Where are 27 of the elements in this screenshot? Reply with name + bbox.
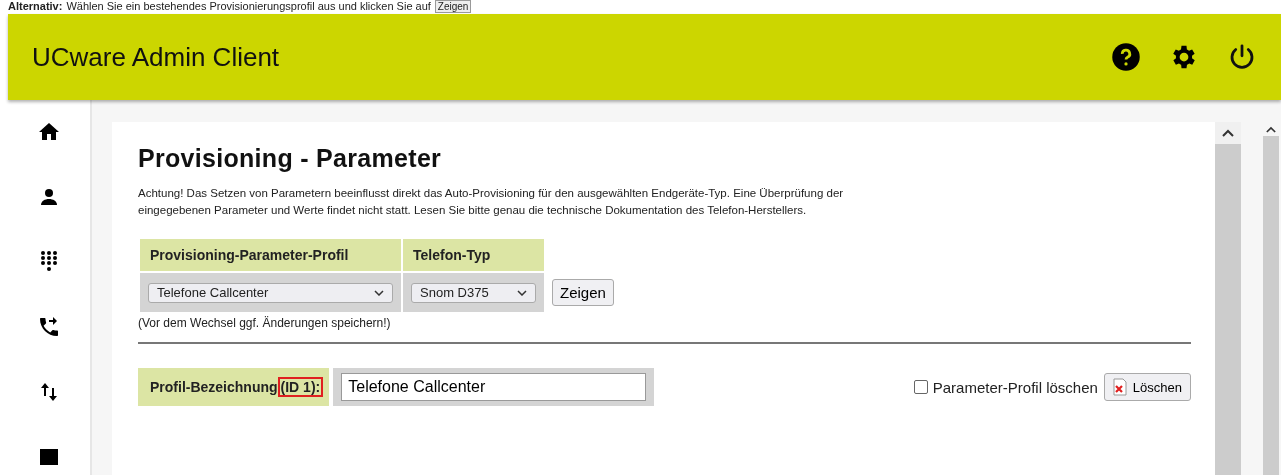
phone-forward-icon[interactable]: [37, 315, 61, 339]
delete-profile-checkbox[interactable]: [913, 380, 928, 394]
show-button[interactable]: Zeigen: [552, 279, 614, 306]
hint-text: Wählen Sie ein bestehendes Provisionierungsprofil aus und klicken Sie auf: [66, 0, 431, 13]
delete-document-icon: [1110, 378, 1129, 396]
profile-name-field[interactable]: Telefone Callcenter: [341, 373, 647, 401]
column-header: Telefon-Typ: [402, 239, 545, 272]
app-title: UCware Admin Client: [32, 41, 281, 73]
hint-label: Alternativ:: [8, 0, 63, 13]
delete-button[interactable]: Löschen: [1103, 373, 1191, 401]
chevron-down-icon: [374, 289, 384, 296]
show-button-reference: Zeigen: [434, 0, 472, 13]
delete-profile-label[interactable]: Parameter-Profil löschen: [932, 378, 1098, 396]
scrollbar[interactable]: [1215, 122, 1241, 475]
profile-label: Profil-Bezeichnung: [150, 379, 278, 395]
page-scroll-up-icon[interactable]: [1266, 125, 1276, 133]
chevron-down-icon: [517, 289, 527, 296]
save-note: (Vor dem Wechsel ggf. Änderungen speichern!): [138, 316, 392, 330]
page-scrollbar[interactable]: [1263, 122, 1279, 475]
warning-text: Achtung! Das Setzen von Parametern beeinflusst direkt das Auto-Provisioning für den ausgewählten Endgeräte-Typ. Eine Überprüfung der eingegebenen Parameter und Werte findet nicht statt. Lesen Sie bitte genau die technische Dokumentation des Telefon-Herstellers.: [138, 186, 845, 218]
column-header: Provisioning-Parameter-Profil: [140, 239, 402, 272]
dropdown[interactable]: Telefone Callcenter: [148, 282, 393, 303]
dropdown[interactable]: Snom D375: [411, 282, 536, 303]
help-icon[interactable]: [1111, 42, 1141, 72]
page-heading: Provisioning - Parameter: [138, 144, 443, 173]
scroll-up-icon[interactable]: [1222, 129, 1234, 137]
profile-id: (ID 1):: [277, 377, 324, 397]
